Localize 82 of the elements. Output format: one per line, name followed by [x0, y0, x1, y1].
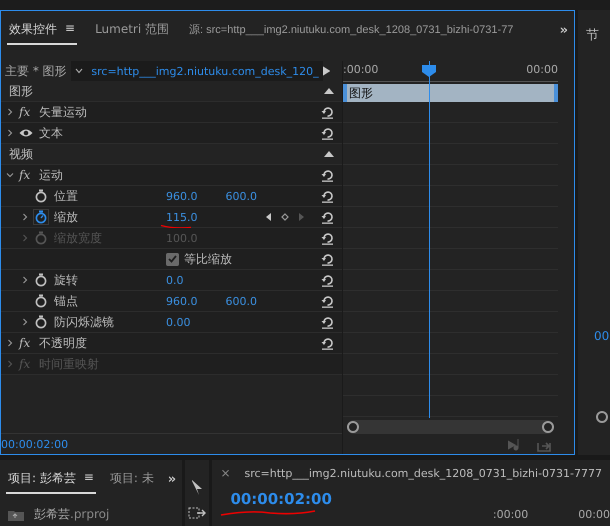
- current-time[interactable]: 00:00:02:00: [1, 438, 68, 450]
- reset-icon[interactable]: [321, 316, 334, 328]
- ruler-label: 00:00: [578, 508, 610, 521]
- stopwatch-icon[interactable]: [34, 273, 48, 287]
- reset-icon[interactable]: [321, 252, 334, 266]
- chevron-right-icon[interactable]: [21, 213, 29, 221]
- reset-icon[interactable]: [321, 126, 334, 140]
- chevron-right-icon[interactable]: [6, 339, 14, 347]
- property-value[interactable]: 960.0: [166, 294, 198, 308]
- effect-row[interactable]: fx 不透明度: [1, 333, 342, 354]
- ruler-label: :00:00: [343, 63, 378, 76]
- clip-dropdown[interactable]: src=http___img2.niutuku.com_desk_120_: [71, 61, 323, 81]
- eye-icon[interactable]: [19, 128, 33, 138]
- section-header[interactable]: 图形: [1, 82, 33, 100]
- stopwatch-icon[interactable]: [34, 315, 48, 329]
- effect-name: 矢量运动: [39, 104, 87, 120]
- section-header[interactable]: 视频: [1, 146, 33, 162]
- property-value[interactable]: 0.00: [166, 316, 190, 328]
- overflow-button[interactable]: »: [560, 22, 568, 38]
- chevron-down-icon[interactable]: [6, 171, 14, 179]
- menu-icon[interactable]: ≡: [65, 21, 76, 38]
- effect-row[interactable]: fx 运动: [1, 165, 342, 186]
- reset-icon[interactable]: [321, 190, 334, 202]
- stopwatch-icon[interactable]: [34, 189, 48, 203]
- fx-icon: fx: [19, 336, 30, 350]
- ruler-label: 00:00: [526, 63, 558, 76]
- effect-row[interactable]: fx 矢量运动: [1, 102, 342, 123]
- panel-tab[interactable]: 项目: 未: [108, 464, 156, 494]
- program-timecode[interactable]: 00: [578, 329, 610, 343]
- property-name: 旋转: [54, 272, 78, 288]
- chevron-right-icon[interactable]: [21, 276, 29, 284]
- track-select-tool-icon[interactable]: [188, 506, 206, 520]
- effect-name: 不透明度: [39, 334, 87, 352]
- property-value[interactable]: 960.0: [166, 190, 198, 202]
- property-name: 位置: [54, 188, 78, 204]
- panel-tab[interactable]: 项目: 彭希芸 ≡: [6, 464, 96, 494]
- sequence-timecode[interactable]: 00:00:02:00: [230, 490, 332, 508]
- effect-row[interactable]: 文本: [1, 123, 342, 144]
- panel-tab[interactable]: 源: src=http___img2.niutuku.com_desk_1208_0731_bizhi-0731-77: [187, 16, 516, 44]
- property-name: 缩放: [54, 208, 78, 226]
- property-name: 防闪烁滤镜: [54, 314, 114, 330]
- property-value[interactable]: 600.0: [226, 190, 257, 202]
- property-value[interactable]: 600.0: [226, 294, 257, 308]
- reset-icon[interactable]: [321, 336, 334, 350]
- reset-icon[interactable]: [321, 210, 334, 224]
- chevron-right-icon[interactable]: [6, 108, 14, 116]
- selection-tool-icon[interactable]: [191, 480, 204, 496]
- chevron-right-icon[interactable]: [6, 129, 14, 137]
- panel-tab[interactable]: 节: [578, 10, 610, 44]
- stopwatch-icon[interactable]: [34, 294, 48, 308]
- chevron-right-icon[interactable]: [21, 318, 29, 326]
- sequence-tab[interactable]: src=http___img2.niutuku.com_desk_1208_0731_bizhi-0731-7777: [244, 466, 602, 480]
- panel-tab[interactable]: Lumetri 范围: [93, 15, 172, 45]
- fx-icon: fx: [19, 168, 30, 182]
- panel-tab[interactable]: 效果控件 ≡: [7, 15, 78, 45]
- reset-icon[interactable]: [321, 106, 334, 118]
- folder-icon: [8, 508, 24, 520]
- clip-bar[interactable]: 图形: [343, 84, 558, 102]
- effect-name: 运动: [39, 166, 63, 184]
- checkbox[interactable]: [166, 252, 179, 266]
- master-clip-label: 主要 * 图形: [4, 62, 68, 80]
- reset-icon[interactable]: [321, 168, 334, 182]
- triangle-up-icon[interactable]: [324, 151, 334, 157]
- triangle-up-icon[interactable]: [324, 88, 334, 94]
- effect-name: 文本: [39, 124, 63, 142]
- property-value[interactable]: 0.0: [166, 274, 184, 286]
- slider-handle[interactable]: [596, 411, 608, 423]
- overflow-button[interactable]: »: [168, 472, 176, 486]
- property-value[interactable]: 115.0: [166, 210, 198, 224]
- reset-icon[interactable]: [321, 274, 334, 286]
- menu-icon[interactable]: ≡: [84, 470, 94, 487]
- ruler-label: :00:00: [492, 508, 528, 521]
- playhead-handle[interactable]: [422, 65, 436, 77]
- property-name: 锚点: [54, 292, 78, 310]
- checkbox-label: 等比缩放: [184, 250, 232, 268]
- close-button[interactable]: ×: [220, 466, 230, 480]
- fx-icon: fx: [19, 105, 30, 119]
- zoom-scrollbar[interactable]: [347, 420, 554, 434]
- chevron-down-icon[interactable]: [75, 68, 84, 74]
- reset-icon[interactable]: [321, 294, 334, 308]
- project-file-name[interactable]: 彭希芸.prproj: [34, 506, 110, 523]
- stopwatch-icon[interactable]: [34, 210, 48, 224]
